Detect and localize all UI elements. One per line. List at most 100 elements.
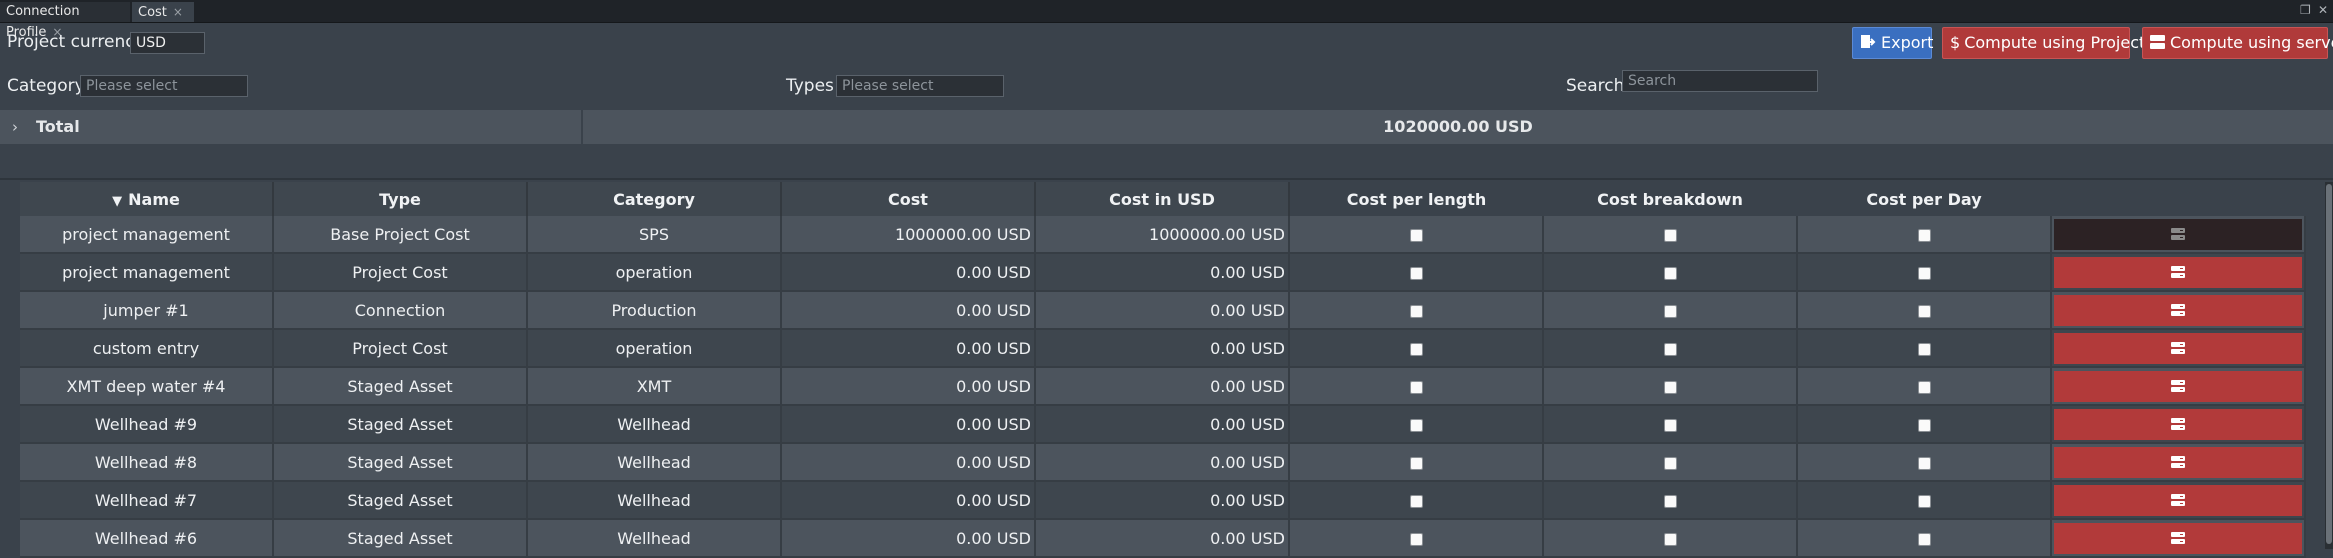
compute-row-button[interactable] xyxy=(2054,370,2302,402)
checkbox-cell xyxy=(1543,443,1798,482)
column-header-cost-breakdown[interactable]: Cost breakdown xyxy=(1543,182,1797,216)
compute-row-button[interactable] xyxy=(2054,446,2302,478)
cost-per-length-checkbox[interactable] xyxy=(1409,494,1423,508)
vertical-scrollbar[interactable] xyxy=(2325,182,2333,549)
table-row[interactable]: XMT deep water #4 Staged Asset XMT 0.00 USD… xyxy=(20,367,2306,406)
cell-type: Project Cost xyxy=(273,329,528,368)
compute-row-button[interactable] xyxy=(2054,332,2302,364)
chevron-right-icon[interactable]: › xyxy=(12,110,18,144)
table-row[interactable]: Wellhead #9 Staged Asset Wellhead 0.00 USD 0… xyxy=(20,405,2306,444)
checkbox-cell xyxy=(1797,367,2052,406)
cost-per-length-checkbox[interactable] xyxy=(1409,266,1423,280)
cost-per-length-checkbox[interactable] xyxy=(1409,228,1423,242)
cost-breakdown-checkbox[interactable] xyxy=(1663,418,1677,432)
checkbox-cell xyxy=(1289,367,1544,406)
category-label: Category xyxy=(7,76,85,96)
column-header-type[interactable]: Type xyxy=(273,182,528,216)
compute-row-button[interactable] xyxy=(2054,484,2302,516)
compute-using-project-button[interactable]: $ Compute using Project xyxy=(1942,27,2145,59)
column-header-cost[interactable]: Cost xyxy=(781,182,1036,216)
cost-breakdown-checkbox[interactable] xyxy=(1663,456,1677,470)
cost-per-length-checkbox[interactable] xyxy=(1409,342,1423,356)
search-label: Search: xyxy=(1566,76,1631,96)
table-row[interactable]: custom entry Project Cost operation 0.00 US… xyxy=(20,329,2306,368)
cost-breakdown-checkbox[interactable] xyxy=(1663,494,1677,508)
project-currency-input[interactable]: USD xyxy=(130,32,205,54)
action-cell xyxy=(2051,329,2306,368)
export-button[interactable]: Export xyxy=(1852,27,1934,59)
compute-using-server-button[interactable]: Compute using server xyxy=(2142,27,2333,59)
action-cell xyxy=(2051,405,2306,444)
cost-per-day-checkbox[interactable] xyxy=(1917,380,1931,394)
column-header-cost-per-length[interactable]: Cost per length xyxy=(1289,182,1543,216)
types-select[interactable]: Please select xyxy=(836,75,1004,97)
cost-per-length-checkbox[interactable] xyxy=(1409,456,1423,470)
tab-connection-profile[interactable]: Connection Profile × xyxy=(0,2,130,40)
export-label: Export xyxy=(1881,33,1934,52)
cost-per-day-checkbox[interactable] xyxy=(1917,456,1931,470)
cost-per-length-checkbox[interactable] xyxy=(1409,532,1423,546)
checkbox-cell xyxy=(1543,329,1798,368)
column-header-name[interactable]: ▼ Name xyxy=(20,182,274,216)
cell-type: Base Project Cost xyxy=(273,216,528,254)
cell-name: XMT deep water #4 xyxy=(20,367,274,406)
cell-category: Wellhead xyxy=(527,443,782,482)
cost-per-length-checkbox[interactable] xyxy=(1409,418,1423,432)
compute-row-button[interactable] xyxy=(2054,218,2302,250)
cost-breakdown-checkbox[interactable] xyxy=(1663,532,1677,546)
server-icon xyxy=(2171,494,2185,506)
project-currency-label: Project currency xyxy=(7,32,145,52)
cell-category: operation xyxy=(527,329,782,368)
search-input[interactable]: Search xyxy=(1622,70,1818,92)
checkbox-cell xyxy=(1543,216,1798,254)
export-icon xyxy=(1861,35,1876,48)
close-window-icon[interactable]: ✕ xyxy=(2318,3,2328,17)
server-icon xyxy=(2171,304,2185,316)
cost-per-day-checkbox[interactable] xyxy=(1917,418,1931,432)
cost-per-day-checkbox[interactable] xyxy=(1917,266,1931,280)
cost-per-day-checkbox[interactable] xyxy=(1917,304,1931,318)
server-icon xyxy=(2171,456,2185,468)
cell-name: Wellhead #9 xyxy=(20,405,274,444)
table-row[interactable]: jumper #1 Connection Production 0.00 USD 0.0… xyxy=(20,291,2306,330)
cost-per-day-checkbox[interactable] xyxy=(1917,342,1931,356)
cell-cost-in-usd: 0.00 USD xyxy=(1035,443,1290,482)
cost-breakdown-checkbox[interactable] xyxy=(1663,380,1677,394)
compute-row-button[interactable] xyxy=(2054,256,2302,288)
checkbox-cell xyxy=(1797,291,2052,330)
checkbox-cell xyxy=(1289,519,1544,558)
table-row[interactable]: Wellhead #8 Staged Asset Wellhead 0.00 USD 0… xyxy=(20,443,2306,482)
total-label: Total xyxy=(36,117,80,136)
cost-breakdown-checkbox[interactable] xyxy=(1663,342,1677,356)
table-row[interactable]: Wellhead #7 Staged Asset Wellhead 0.00 USD 0… xyxy=(20,481,2306,520)
column-header-category[interactable]: Category xyxy=(527,182,782,216)
cost-per-day-checkbox[interactable] xyxy=(1917,494,1931,508)
category-select[interactable]: Please select xyxy=(80,75,248,97)
server-icon xyxy=(2171,342,2185,354)
cost-per-day-checkbox[interactable] xyxy=(1917,532,1931,546)
action-cell xyxy=(2051,481,2306,520)
cell-category: operation xyxy=(527,253,782,292)
table-row[interactable]: Wellhead #6 Staged Asset Wellhead 0.00 USD 0… xyxy=(20,519,2306,558)
total-value: 1020000.00 USD xyxy=(1383,117,1533,136)
cost-per-day-checkbox[interactable] xyxy=(1917,228,1931,242)
cost-breakdown-checkbox[interactable] xyxy=(1663,304,1677,318)
table-row[interactable]: project management Base Project Cost SPS 10… xyxy=(20,216,2306,254)
cost-per-length-checkbox[interactable] xyxy=(1409,380,1423,394)
cost-breakdown-checkbox[interactable] xyxy=(1663,228,1677,242)
cost-breakdown-checkbox[interactable] xyxy=(1663,266,1677,280)
compute-row-button[interactable] xyxy=(2054,294,2302,326)
cost-per-length-checkbox[interactable] xyxy=(1409,304,1423,318)
restore-window-icon[interactable]: ❐ xyxy=(2300,3,2311,17)
checkbox-cell xyxy=(1797,253,2052,292)
tab-cost[interactable]: Cost × xyxy=(132,2,194,22)
column-header-cost-in-usd[interactable]: Cost in USD xyxy=(1035,182,1290,216)
grid-separator xyxy=(0,178,2333,180)
scrollbar-thumb[interactable] xyxy=(2326,184,2332,544)
column-header-cost-per-day[interactable]: Cost per Day xyxy=(1797,182,2051,216)
compute-using-project-label: Compute using Project xyxy=(1964,33,2146,52)
table-row[interactable]: project management Project Cost operation 0… xyxy=(20,253,2306,292)
total-row[interactable]: › Total xyxy=(0,110,581,144)
compute-row-button[interactable] xyxy=(2054,408,2302,440)
close-icon[interactable]: × xyxy=(173,5,183,19)
